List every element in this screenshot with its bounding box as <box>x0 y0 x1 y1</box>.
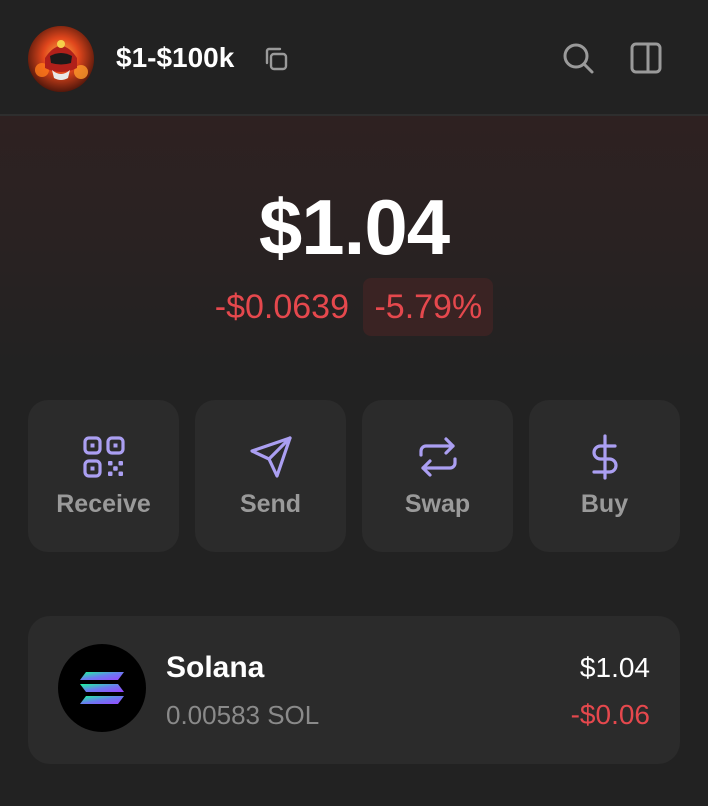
action-buttons: Receive Send Swap Buy <box>28 400 680 552</box>
token-name: Solana <box>166 651 265 684</box>
receive-button[interactable]: Receive <box>28 400 179 552</box>
total-balance: $1.04 <box>258 183 450 271</box>
balance-change-amount: -$0.0639 <box>214 288 350 326</box>
helmet-avatar-icon <box>28 26 94 92</box>
token-value: $1.04 <box>579 652 650 683</box>
buy-button[interactable]: Buy <box>529 400 680 552</box>
send-icon <box>249 436 292 478</box>
search-icon[interactable] <box>560 40 596 76</box>
balance-section: $1.04 -$0.0639 -5.79% <box>0 116 708 366</box>
buy-label: Buy <box>580 490 629 518</box>
balance-change-percent-badge: -5.79% <box>363 278 494 336</box>
wallet-app: $1-$100k $1.04 -$0.0639 -5.79% Receive S… <box>0 0 708 806</box>
solana-logo-icon <box>58 644 146 732</box>
sidepanel-icon[interactable] <box>628 40 664 76</box>
token-amount: 0.00583 SOL <box>166 700 320 730</box>
balance-change-row: -$0.0639 -5.79% <box>0 278 708 336</box>
swap-icon <box>418 437 457 477</box>
token-row-solana[interactable]: Solana 0.00583 SOL $1.04 -$0.06 <box>28 616 680 764</box>
dollar-icon <box>591 434 618 480</box>
receive-label: Receive <box>56 490 151 518</box>
account-avatar[interactable] <box>28 26 94 92</box>
swap-button[interactable]: Swap <box>362 400 513 552</box>
account-name[interactable]: $1-$100k <box>116 40 234 76</box>
header: $1-$100k <box>0 0 708 116</box>
send-button[interactable]: Send <box>195 400 346 552</box>
token-change: -$0.06 <box>570 699 650 730</box>
swap-label: Swap <box>404 490 471 518</box>
copy-icon[interactable] <box>262 45 290 73</box>
qr-code-icon <box>82 436 125 478</box>
send-label: Send <box>239 490 302 518</box>
